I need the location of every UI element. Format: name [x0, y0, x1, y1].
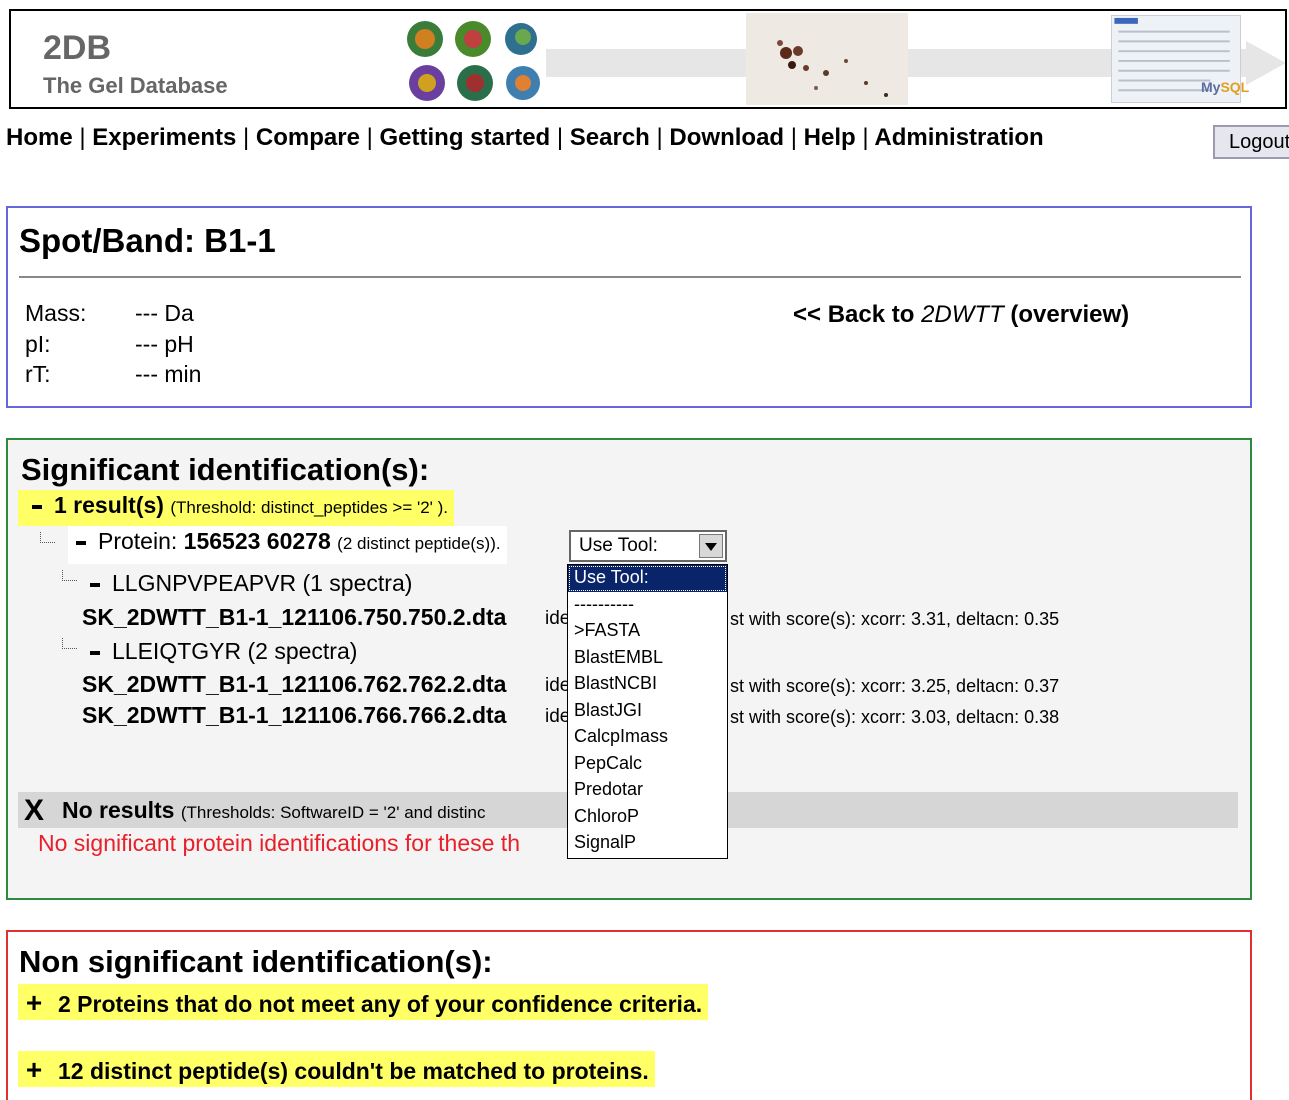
- pi-label: pI:: [25, 331, 51, 357]
- tool-option-blastjgi[interactable]: BlastJGI: [568, 698, 727, 725]
- divider: [19, 276, 1241, 278]
- tool-option-blastembl[interactable]: BlastEMBL: [568, 645, 727, 672]
- collapse-icon[interactable]: [90, 650, 100, 655]
- tool-option-blastncbi[interactable]: BlastNCBI: [568, 671, 727, 698]
- tool-option-signalp[interactable]: SignalP: [568, 830, 727, 857]
- back-to-experiment-link[interactable]: << Back to 2DWTT (overview): [793, 301, 1129, 329]
- nav-compare[interactable]: Compare: [256, 124, 360, 151]
- gel-image-icon: [746, 13, 908, 105]
- mysql-logo: MySQL: [1201, 79, 1250, 95]
- spectrum-file[interactable]: SK_2DWTT_B1-1_121106.762.762.2.dta: [82, 671, 506, 698]
- use-tool-select[interactable]: Use Tool:: [569, 530, 727, 562]
- spectrum-file[interactable]: SK_2DWTT_B1-1_121106.750.750.2.dta: [82, 604, 506, 631]
- protein-row: Protein: 156523 60278 (2 distinct peptid…: [68, 526, 507, 564]
- significant-title: Significant identification(s):: [21, 452, 430, 487]
- nav-home[interactable]: Home: [6, 124, 73, 151]
- tree-connector: [62, 638, 77, 649]
- tool-option-separator[interactable]: ----------: [568, 592, 727, 619]
- tree-connector: [40, 532, 55, 543]
- tool-option-chlorop[interactable]: ChloroP: [568, 804, 727, 831]
- tree-connector: [62, 570, 77, 581]
- logo-subtitle: The Gel Database: [43, 73, 228, 98]
- mass-label: Mass:: [25, 300, 87, 326]
- non-significant-title: Non significant identification(s):: [19, 944, 493, 979]
- peptide-row: LLGNPVPEAPVR (1 spectra): [82, 570, 412, 597]
- tool-option-use-tool[interactable]: Use Tool:: [568, 565, 727, 592]
- spectrum-file[interactable]: SK_2DWTT_B1-1_121106.766.766.2.dta: [82, 702, 506, 729]
- chevron-down-icon[interactable]: [699, 534, 723, 558]
- logo-title: 2DB: [43, 29, 112, 67]
- plus-icon[interactable]: +: [24, 1054, 44, 1086]
- rt-label: rT:: [25, 361, 51, 387]
- page-title: Spot/Band: B1-1: [19, 222, 276, 259]
- use-tool-dropdown-list[interactable]: Use Tool: ---------- >FASTA BlastEMBL Bl…: [567, 564, 728, 859]
- logout-button[interactable]: Logout: [1213, 125, 1289, 159]
- pi-value: --- pH: [135, 331, 194, 357]
- no-results-message: No significant protein identifications f…: [38, 830, 520, 856]
- protein-id: 156523 60278: [183, 528, 331, 554]
- tool-option-predotar[interactable]: Predotar: [568, 777, 727, 804]
- spectrum-score: st with score(s): xcorr: 3.25, deltacn: …: [730, 676, 1060, 696]
- header-banner: 2DB The Gel Database MySQL: [9, 9, 1287, 109]
- nav-search[interactable]: Search: [570, 124, 650, 151]
- nav-download[interactable]: Download: [669, 124, 784, 151]
- mass-value: --- Da: [135, 300, 194, 326]
- spot-panel: Spot/Band: B1-1 Mass: --- Da pI: --- pH …: [6, 206, 1252, 408]
- non-significant-panel: Non significant identification(s): +2 Pr…: [6, 930, 1252, 1100]
- plus-icon[interactable]: +: [24, 987, 44, 1019]
- collapse-icon[interactable]: [90, 582, 100, 587]
- rt-value: --- min: [135, 361, 202, 387]
- main-nav: Home | Experiments | Compare | Getting s…: [6, 124, 1044, 151]
- expand-row[interactable]: +2 Proteins that do not meet any of your…: [18, 984, 709, 1020]
- close-icon[interactable]: X: [24, 794, 44, 828]
- spectrum-score: st with score(s): xcorr: 3.31, deltacn: …: [730, 609, 1060, 629]
- collapse-icon[interactable]: [76, 540, 86, 545]
- nav-administration[interactable]: Administration: [874, 124, 1043, 151]
- nav-help[interactable]: Help: [804, 124, 856, 151]
- tool-option-calcpimass[interactable]: CalcpImass: [568, 724, 727, 751]
- no-results-label: No results (Thresholds: SoftwareID = '2'…: [62, 797, 486, 823]
- collapse-icon[interactable]: [32, 504, 42, 509]
- tool-option-fasta[interactable]: >FASTA: [568, 618, 727, 645]
- protein-structures-icon: [407, 21, 540, 101]
- peptide-row: LLEIQTGYR (2 spectra): [82, 638, 357, 665]
- spectrum-score: st with score(s): xcorr: 3.03, deltacn: …: [730, 707, 1060, 727]
- expand-row[interactable]: +12 distinct peptide(s) couldn't be matc…: [18, 1051, 655, 1087]
- nav-experiments[interactable]: Experiments: [92, 124, 236, 151]
- result-summary[interactable]: 1 result(s) (Threshold: distinct_peptide…: [18, 490, 455, 526]
- tool-option-pepcalc[interactable]: PepCalc: [568, 751, 727, 778]
- nav-getting-started[interactable]: Getting started: [380, 124, 551, 151]
